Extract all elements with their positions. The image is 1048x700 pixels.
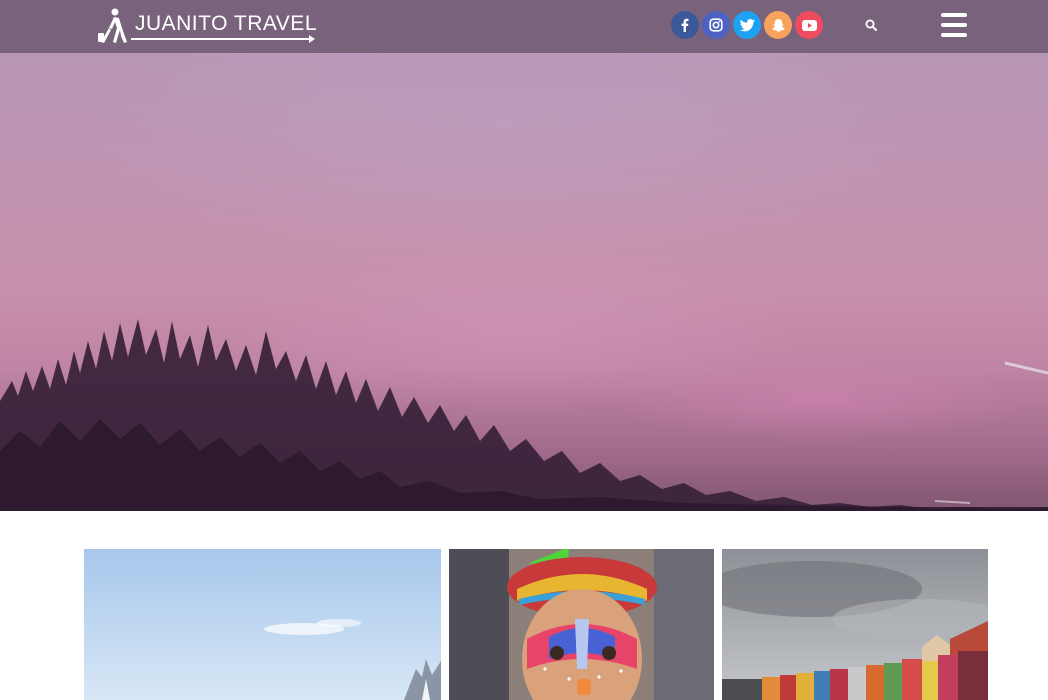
instagram-icon — [709, 18, 723, 32]
twitter-link[interactable] — [733, 11, 761, 39]
post-card-mountains[interactable] — [84, 549, 441, 700]
colorful-harbor-houses-photo — [722, 549, 988, 700]
hamburger-menu-icon[interactable] — [941, 13, 967, 37]
snapchat-link[interactable] — [764, 11, 792, 39]
logo-text: JUANITO TRAVEL — [134, 11, 317, 35]
twitter-icon — [739, 18, 755, 31]
search-button[interactable] — [860, 14, 882, 36]
mountain-sky-photo — [84, 549, 441, 700]
youtube-icon — [801, 19, 817, 31]
hero-banner — [0, 0, 1048, 511]
featured-posts — [84, 549, 988, 700]
social-links — [671, 11, 823, 39]
site-header: JUANITO TRAVEL — [0, 0, 1048, 53]
youtube-link[interactable] — [795, 11, 823, 39]
search-icon — [865, 19, 877, 31]
instagram-link[interactable] — [702, 11, 730, 39]
facebook-icon — [681, 18, 689, 32]
site-logo[interactable]: JUANITO TRAVEL — [97, 7, 317, 45]
post-card-harbor[interactable] — [722, 549, 988, 700]
facebook-link[interactable] — [671, 11, 699, 39]
logo-arrow-underline — [131, 35, 315, 43]
face-painted-child-photo — [449, 549, 714, 700]
post-card-festival[interactable] — [449, 549, 714, 700]
traveler-walking-icon — [97, 8, 127, 43]
snapchat-icon — [771, 18, 785, 32]
